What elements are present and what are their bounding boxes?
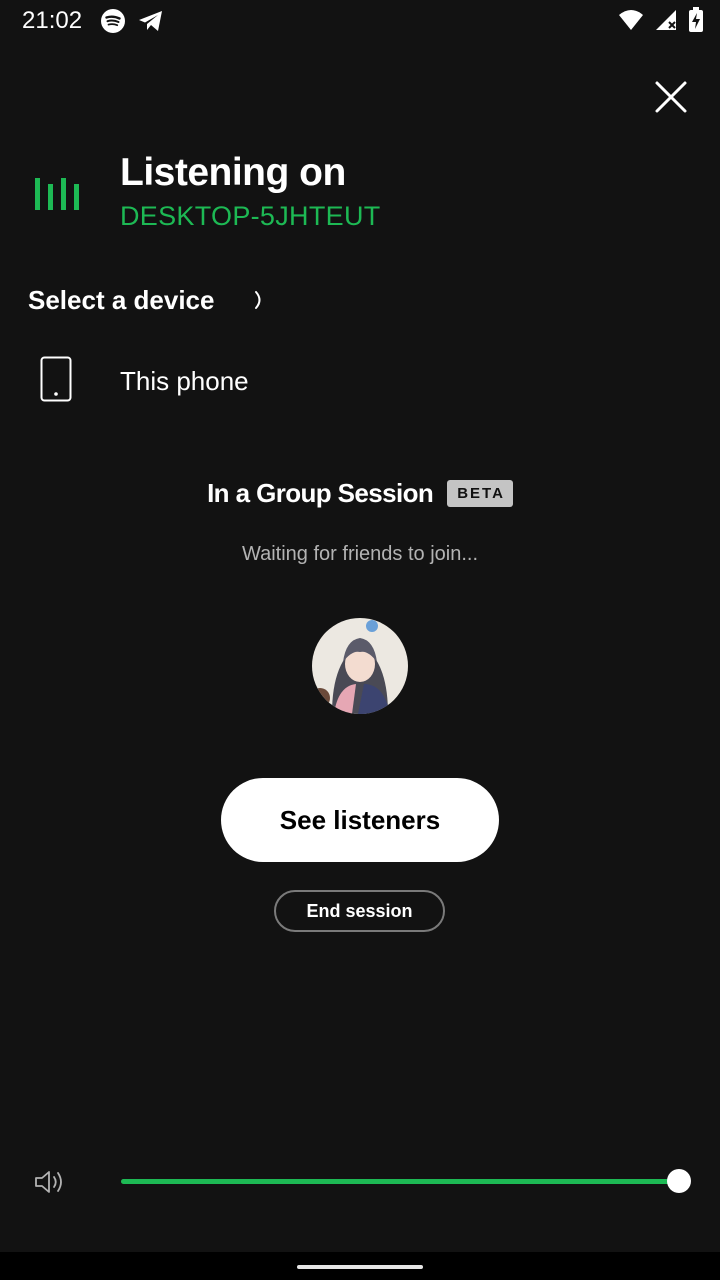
- volume-slider-fill: [121, 1179, 680, 1184]
- group-session-title: In a Group Session: [207, 478, 434, 508]
- status-icons-left: [100, 8, 164, 34]
- avatar: [312, 618, 408, 714]
- select-device-label: Select a device: [28, 285, 215, 315]
- telegram-icon: [139, 11, 162, 31]
- volume-slider[interactable]: [121, 1169, 692, 1193]
- loading-spinner-icon: [255, 291, 261, 309]
- waiting-text: Waiting for friends to join...: [241, 543, 479, 565]
- phone-icon: [40, 356, 72, 402]
- volume-icon: [35, 1171, 62, 1193]
- group-session-header: In a Group Session BETA: [0, 477, 720, 509]
- home-gesture-handle[interactable]: [297, 1265, 423, 1269]
- end-session-button[interactable]: End session: [274, 890, 445, 932]
- status-time: 21:02: [22, 7, 83, 34]
- device-item-label: This phone: [120, 366, 249, 396]
- navigation-bar: [0, 1252, 720, 1280]
- volume-slider-thumb[interactable]: [667, 1169, 692, 1193]
- close-button[interactable]: [650, 76, 692, 118]
- battery-charging-icon: [689, 7, 703, 32]
- close-icon: [655, 81, 687, 113]
- beta-badge: BETA: [447, 479, 513, 507]
- status-icons-right: [618, 7, 704, 33]
- see-listeners-button[interactable]: See listeners: [221, 778, 499, 862]
- spotify-icon: [101, 9, 125, 33]
- wifi-icon: [619, 10, 643, 30]
- listening-title: Listening on: [120, 151, 346, 194]
- speaker-bars-icon: [35, 178, 79, 210]
- device-item-this-phone[interactable]: This phone: [28, 350, 668, 410]
- signal-icon: [656, 10, 676, 30]
- current-device-name: DESKTOP-5JHTEUT: [120, 201, 381, 231]
